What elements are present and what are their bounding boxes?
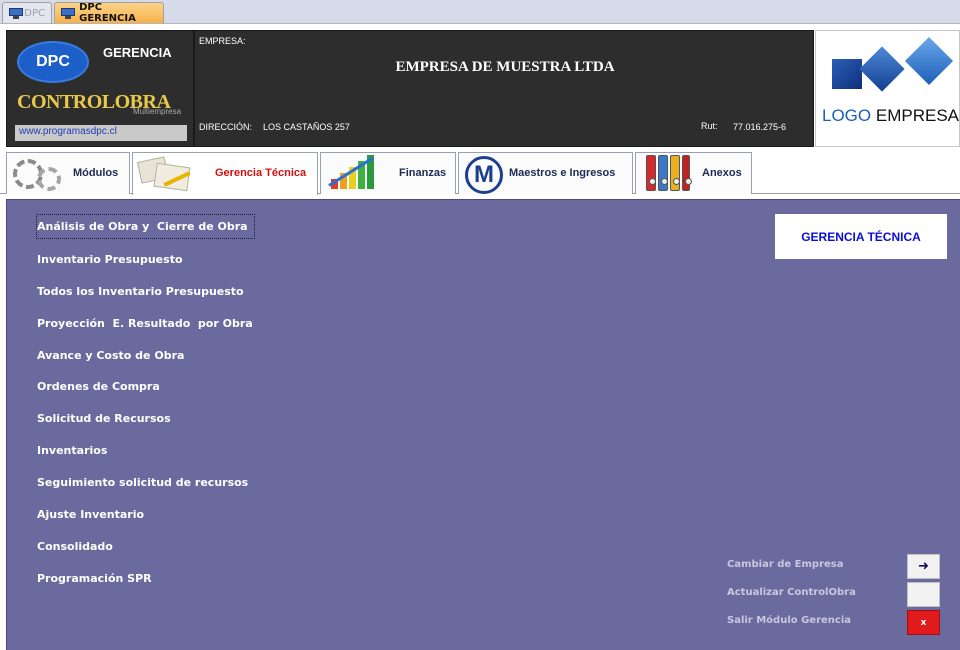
tab-label: Maestros e Ingresos [509, 167, 616, 179]
website-link[interactable]: www.programasdpc.cl [15, 125, 187, 141]
menu-inventarios[interactable]: Inventarios [37, 444, 107, 457]
company-info-panel: EMPRESA: EMPRESA DE MUESTRA LTDA DIRECCI… [194, 30, 814, 147]
tab-maestros-ingresos[interactable]: M Maestros e Ingresos [458, 152, 633, 194]
salir-modulo-label: Salir Módulo Gerencia [727, 615, 852, 626]
menu-consolidado[interactable]: Consolidado [37, 540, 113, 553]
salir-modulo-button[interactable]: x [907, 610, 940, 635]
window-tab-strip: DPC DPC GERENCIA [0, 0, 960, 24]
logo-diamond-icon [904, 36, 954, 86]
monitor-icon [61, 7, 75, 19]
menu-seguimiento-solicitud[interactable]: Seguimiento solicitud de recursos [37, 476, 248, 489]
logo-square-icon [832, 59, 862, 89]
brand-title: GERENCIA [103, 45, 172, 60]
tab-modulos[interactable]: Módulos [6, 152, 130, 194]
window-tab-label: DPC [24, 7, 45, 19]
gears-icon [11, 155, 71, 193]
rut-value: 77.016.275-6 [733, 122, 787, 132]
product-edition: Multiempresa [133, 107, 182, 116]
arrow-right-icon: ➜ [918, 559, 929, 574]
window-tab-label: DPC GERENCIA [79, 2, 136, 24]
company-name: EMPRESA DE MUESTRA LTDA [395, 59, 615, 75]
gerencia-tecnica-panel: Análisis de Obra y Cierre de Obra Invent… [6, 199, 960, 650]
monitor-icon [9, 7, 23, 19]
logo-text: LOGO EMPRESA [822, 106, 959, 125]
section-badge: GERENCIA TÉCNICA [775, 214, 947, 259]
tab-label: Anexos [702, 167, 742, 179]
close-icon: x [920, 617, 927, 628]
m-circle-icon: M [465, 156, 503, 194]
empresa-label: EMPRESA: [199, 36, 246, 46]
menu-ordenes-compra[interactable]: Ordenes de Compra [37, 380, 160, 393]
menu-analisis-obra[interactable]: Análisis de Obra y Cierre de Obra [36, 214, 255, 239]
menu-programacion-spr[interactable]: Programación SPR [37, 572, 152, 585]
window-tab-dpc[interactable]: DPC [2, 2, 52, 23]
binders-icon [640, 155, 700, 193]
tab-label: Finanzas [399, 167, 447, 179]
window-tab-dpc-gerencia[interactable]: DPC GERENCIA [54, 2, 164, 24]
direccion-value: LOS CASTAÑOS 257 [263, 122, 350, 132]
actualizar-controlobra-button[interactable] [907, 582, 940, 607]
menu-ajuste-inventario[interactable]: Ajuste Inventario [37, 508, 144, 521]
cambiar-empresa-label: Cambiar de Empresa [727, 559, 844, 570]
cambiar-empresa-button[interactable]: ➜ [907, 554, 940, 579]
documents-icon [137, 155, 197, 193]
rut-label: Rut: [701, 121, 718, 131]
tab-gerencia-tecnica[interactable]: Gerencia Técnica [132, 152, 318, 195]
menu-todos-inventario-presupuesto[interactable]: Todos los Inventario Presupuesto [37, 285, 244, 298]
menu-proyeccion-resultado[interactable]: Proyección E. Resultado por Obra [37, 317, 253, 330]
bar-chart-icon [325, 155, 385, 193]
actualizar-controlobra-label: Actualizar ControlObra [727, 587, 856, 598]
tab-label: Gerencia Técnica [215, 167, 307, 179]
module-tab-bar: Módulos Gerencia Técnica Finanzas M Maes… [0, 148, 960, 195]
logo-diamond-icon [859, 46, 905, 92]
menu-inventario-presupuesto[interactable]: Inventario Presupuesto [37, 253, 183, 266]
tab-finanzas[interactable]: Finanzas [320, 152, 456, 194]
tab-anexos[interactable]: Anexos [635, 152, 752, 194]
dpc-logo: DPC [17, 41, 89, 83]
tab-label: Módulos [73, 167, 119, 179]
company-logo: LOGO EMPRESA [815, 30, 960, 147]
direccion-label: DIRECCIÓN: [199, 122, 253, 132]
menu-solicitud-recursos[interactable]: Solicitud de Recursos [37, 412, 171, 425]
menu-avance-costo[interactable]: Avance y Costo de Obra [37, 349, 184, 362]
brand-panel: DPC GERENCIA CONTROLOBRA Multiempresa ww… [6, 30, 194, 147]
